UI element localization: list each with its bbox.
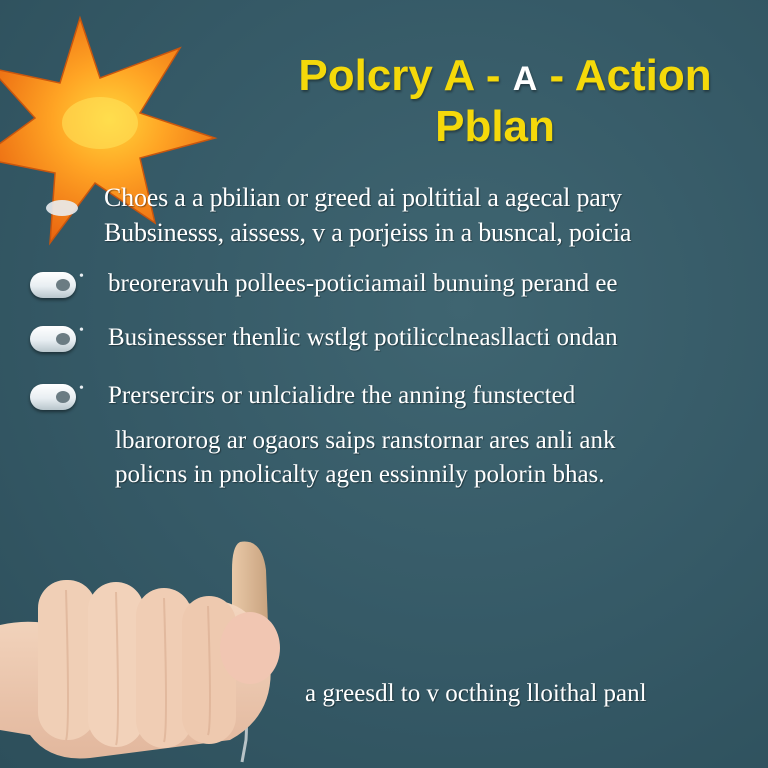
bullet-text-3: Prersercirs or unlcialidre the anning fu…	[108, 382, 576, 409]
bullet-text-2: Businessser thenlic wstlgt potilicclneas…	[108, 324, 618, 351]
title-part-1: Polcry A	[298, 51, 474, 100]
intro-line-1: Choes a a pbilian or greed ai poltitial …	[104, 183, 622, 212]
body-paragraph: lbarororog ar ogaors saips ranstornar ar…	[115, 424, 768, 492]
title-separator-1: -	[485, 51, 501, 100]
title-line-2: Pblan	[435, 102, 555, 151]
page-title: Polcry A - A - Action Pblan	[225, 52, 768, 151]
bullet-item-2: Businessser thenlic wstlgt potilicclneas…	[30, 320, 768, 356]
fist-hand-icon	[0, 541, 280, 763]
toggle-pill-icon	[30, 269, 84, 298]
title-part-2: Action	[574, 51, 712, 100]
title-middle-letter: A	[512, 60, 538, 98]
toggle-pill-icon	[30, 323, 84, 352]
intro-text: Choes a a pbilian or greed ai poltitial …	[104, 180, 768, 250]
paragraph-line-1: lbarororog ar ogaors saips ranstornar ar…	[115, 427, 616, 454]
bullet-item-3: Prersercirs or unlcialidre the anning fu…	[30, 378, 768, 414]
intro-line-2: Bubsinesss, aissess, v a porjeiss in a b…	[104, 218, 632, 247]
paragraph-line-2: policns in pnolicalty agen essinnily pol…	[115, 461, 605, 488]
title-separator-2: -	[549, 51, 565, 100]
footer-text: a greesdl to v octhing lloithal panl	[305, 680, 647, 707]
bullet-item-1: breoreravuh pollees-poticiamail bunuing …	[30, 266, 768, 302]
bullet-text-1: breoreravuh pollees-poticiamail bunuing …	[108, 270, 618, 297]
toggle-pill-icon	[30, 381, 84, 410]
